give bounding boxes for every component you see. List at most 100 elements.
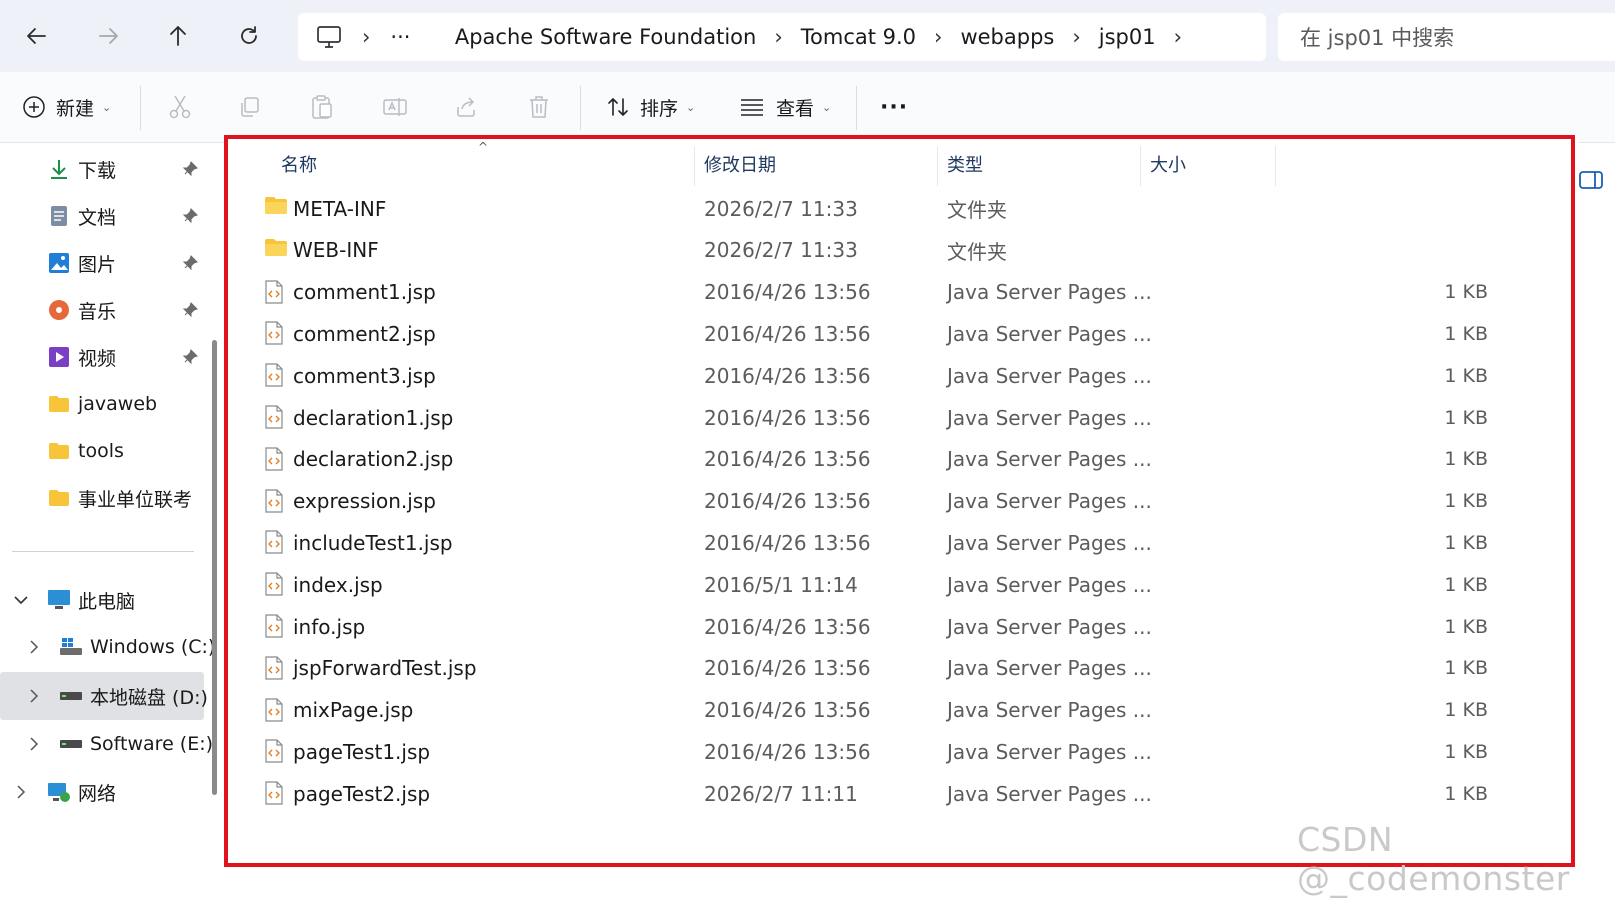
file-size: 1 KB — [1444, 448, 1488, 471]
up-button[interactable] — [156, 14, 200, 58]
sort-button[interactable]: 排序 ⌄ — [606, 87, 695, 127]
sidebar-item-tools[interactable]: tools — [46, 431, 124, 471]
sort-button-label: 排序 — [640, 97, 679, 120]
new-button[interactable]: 新建 ⌄ — [22, 87, 111, 127]
sidebar-item-label: 图片 — [78, 253, 117, 276]
trash-icon — [530, 96, 548, 118]
file-row[interactable]: META-INF 2026/2/7 11:33 文件夹 — [226, 187, 1546, 230]
file-row[interactable]: declaration2.jsp 2016/4/26 13:56 Java Serv… — [226, 438, 1546, 481]
column-header-name[interactable]: 名称 — [281, 141, 317, 187]
more-options-button[interactable]: ··· — [880, 87, 908, 127]
breadcrumb-tomcat[interactable]: Tomcat 9.0 — [801, 25, 916, 49]
chevron-right-icon[interactable]: › — [774, 25, 782, 49]
view-button[interactable]: 查看 ⌄ — [740, 87, 831, 127]
pin-icon[interactable] — [180, 206, 200, 226]
file-row[interactable]: mixPage.jsp 2016/4/26 13:56 Java Server Pa… — [226, 689, 1546, 732]
sidebar-item-label: 视频 — [78, 347, 117, 370]
file-row[interactable]: pageTest1.jsp 2016/4/26 13:56 Java Server … — [226, 730, 1546, 773]
pin-icon[interactable] — [180, 253, 200, 273]
jsp-file-icon — [264, 279, 288, 304]
file-size: 1 KB — [1444, 782, 1488, 805]
delete-button[interactable] — [528, 87, 550, 127]
chevron-right-icon[interactable]: › — [1174, 25, 1182, 49]
sidebar-item-music[interactable]: 音乐 — [46, 290, 116, 330]
file-name: comment3.jsp — [293, 363, 436, 388]
column-header-size[interactable]: 大小 — [1150, 141, 1186, 187]
back-button[interactable] — [15, 14, 59, 58]
computer-icon[interactable] — [314, 25, 344, 49]
sidebar-item-drive-c[interactable]: Windows (C:) — [58, 627, 215, 667]
video-icon — [46, 344, 72, 370]
column-header-type[interactable]: 类型 — [947, 141, 983, 187]
sidebar-item-javaweb[interactable]: javaweb — [46, 384, 157, 424]
breadcrumb-webapps[interactable]: webapps — [960, 25, 1054, 49]
file-size: 1 KB — [1444, 699, 1488, 722]
file-type: Java Server Pages ... — [947, 781, 1152, 806]
file-row[interactable]: pageTest2.jsp 2026/2/7 11:11 Java Server P… — [226, 772, 1546, 815]
breadcrumb-jsp01[interactable]: jsp01 — [1099, 25, 1156, 49]
view-button-label: 查看 — [776, 97, 815, 120]
cut-button[interactable] — [168, 87, 192, 127]
chevron-right-icon[interactable]: › — [934, 25, 942, 49]
sidebar-item-documents[interactable]: 文档 — [46, 196, 116, 236]
column-divider[interactable] — [1275, 146, 1276, 186]
refresh-button[interactable] — [227, 14, 271, 58]
file-date: 2016/4/26 13:56 — [704, 489, 871, 514]
breadcrumb-apache[interactable]: Apache Software Foundation — [455, 25, 757, 49]
file-name: mixPage.jsp — [293, 698, 414, 723]
file-name: comment1.jsp — [293, 280, 436, 305]
sidebar-item-exam[interactable]: 事业单位联考 — [46, 478, 192, 518]
sidebar-item-downloads[interactable]: 下载 — [46, 149, 116, 189]
file-row[interactable]: comment2.jsp 2016/4/26 13:56 Java Server P… — [226, 312, 1546, 355]
file-size: 1 KB — [1444, 657, 1488, 680]
file-row[interactable]: index.jsp 2016/5/1 11:14 Java Server Pages… — [226, 563, 1546, 606]
column-divider[interactable] — [694, 146, 695, 186]
sidebar-item-drive-d[interactable]: 本地磁盘 (D:) — [58, 676, 208, 716]
sidebar-item-videos[interactable]: 视频 — [46, 337, 116, 377]
search-input[interactable]: 在 jsp01 中搜索 — [1278, 13, 1615, 61]
sidebar-item-network[interactable]: 网络 — [46, 772, 116, 812]
forward-button[interactable] — [86, 14, 130, 58]
column-divider[interactable] — [1140, 146, 1141, 186]
paste-button[interactable] — [310, 87, 334, 127]
file-row[interactable]: WEB-INF 2026/2/7 11:33 文件夹 — [226, 229, 1546, 272]
sidebar-item-this-pc[interactable]: 此电脑 — [46, 580, 135, 620]
sidebar-item-label: Software (E:) — [90, 733, 214, 755]
breadcrumb-overflow[interactable]: ··· — [390, 25, 410, 49]
sidebar-item-drive-e[interactable]: Software (E:) — [58, 724, 213, 764]
address-bar[interactable]: › ··· › Apache Software Foundation › Tom… — [298, 13, 1266, 61]
file-size: 1 KB — [1444, 615, 1488, 638]
chevron-right-icon[interactable] — [13, 784, 29, 800]
chevron-right-icon[interactable] — [26, 736, 42, 752]
rename-button[interactable] — [382, 87, 408, 127]
file-type: Java Server Pages ... — [947, 321, 1152, 346]
file-row[interactable]: includeTest1.jsp 2016/4/26 13:56 Java Serv… — [226, 521, 1546, 564]
file-row[interactable]: comment3.jsp 2016/4/26 13:56 Java Server P… — [226, 354, 1546, 397]
copy-button[interactable] — [238, 87, 262, 127]
file-date: 2016/4/26 13:56 — [704, 656, 871, 681]
file-name: info.jsp — [293, 614, 366, 639]
file-type: Java Server Pages ... — [947, 739, 1152, 764]
file-row[interactable]: declaration1.jsp 2016/4/26 13:56 Java Serv… — [226, 396, 1546, 439]
pin-icon[interactable] — [180, 300, 200, 320]
sidebar-scrollbar[interactable] — [212, 340, 217, 795]
file-type: Java Server Pages ... — [947, 614, 1152, 639]
pin-icon[interactable] — [180, 159, 200, 179]
column-header-date[interactable]: 修改日期 — [704, 141, 776, 187]
column-divider[interactable] — [937, 146, 938, 186]
chevron-right-icon[interactable] — [26, 639, 42, 655]
sidebar-item-pictures[interactable]: 图片 — [46, 243, 116, 283]
share-button[interactable] — [454, 87, 478, 127]
file-row[interactable]: expression.jsp 2016/4/26 13:56 Java Server… — [226, 480, 1546, 523]
file-row[interactable]: info.jsp 2016/4/26 13:56 Java Server Pages… — [226, 605, 1546, 648]
drive-icon — [58, 731, 84, 757]
pin-icon[interactable] — [180, 347, 200, 367]
file-row[interactable]: jspForwardTest.jsp 2016/4/26 13:56 Java Se… — [226, 647, 1546, 690]
chevron-right-icon[interactable]: › — [362, 25, 370, 49]
chevron-right-icon[interactable] — [26, 688, 42, 704]
chevron-right-icon[interactable]: › — [1072, 25, 1080, 49]
file-row[interactable]: comment1.jsp 2016/4/26 13:56 Java Server P… — [226, 271, 1546, 314]
chevron-down-icon[interactable] — [13, 592, 29, 608]
jsp-file-icon — [264, 656, 288, 680]
details-pane-icon[interactable] — [1578, 168, 1606, 192]
